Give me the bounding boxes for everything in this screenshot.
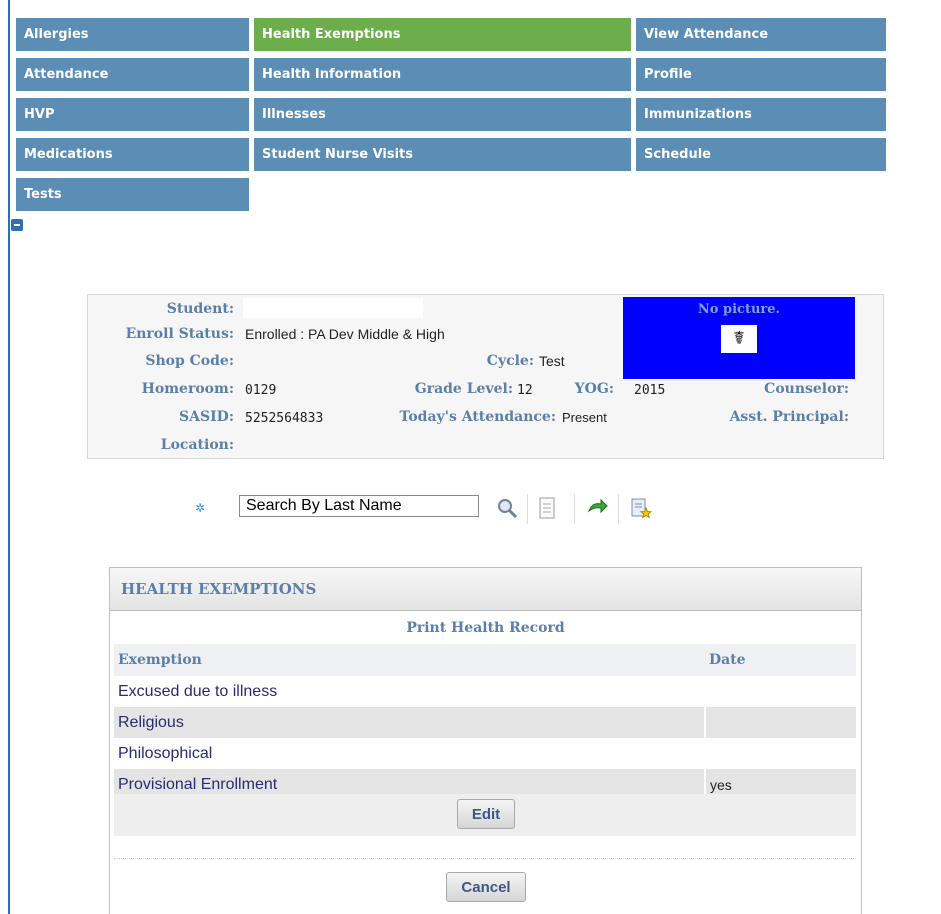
arrow-icon[interactable]: [580, 492, 614, 524]
date-cell: [704, 676, 856, 707]
nav-profile[interactable]: Profile: [636, 58, 886, 91]
exemptions-table: Exemption Date Excused due to illness Re…: [114, 644, 856, 800]
homeroom-label: Homeroom:: [141, 381, 234, 397]
nav-attendance[interactable]: Attendance: [16, 58, 249, 91]
yog-label: YOG:: [574, 381, 614, 397]
student-name-value: [243, 298, 423, 318]
nav-tests[interactable]: Tests: [16, 178, 249, 211]
caduceus-icon: ☤: [721, 325, 757, 353]
search-toolbar: ✲: [190, 492, 680, 528]
homeroom-value: 0129: [245, 383, 277, 398]
left-border: [8, 0, 10, 914]
nav-health-exemptions[interactable]: Health Exemptions: [254, 18, 631, 51]
nav-view-attendance[interactable]: View Attendance: [636, 18, 886, 51]
location-label: Location:: [160, 437, 234, 453]
no-picture-text: No picture.: [697, 302, 781, 317]
health-exemptions-panel: HEALTH EXEMPTIONS Print Health Record Ex…: [109, 567, 862, 914]
shop-code-label: Shop Code:: [145, 353, 234, 369]
table-row: Excused due to illness: [114, 676, 856, 707]
enroll-status-label: Enroll Status:: [125, 326, 234, 342]
cancel-button[interactable]: Cancel: [446, 872, 526, 902]
date-cell: [704, 707, 856, 738]
collapse-icon[interactable]: [11, 219, 23, 231]
divider: [114, 858, 856, 859]
grade-level-label: Grade Level:: [414, 381, 513, 397]
todays-attendance-value: Present: [562, 410, 607, 425]
nav-immunizations[interactable]: Immunizations: [636, 98, 886, 131]
cycle-value: Test: [539, 353, 565, 369]
report-icon[interactable]: [624, 492, 658, 524]
table-row: Philosophical: [114, 738, 856, 769]
print-health-record-link[interactable]: Print Health Record: [110, 620, 861, 636]
nav-hvp[interactable]: HVP: [16, 98, 249, 131]
magnifier-icon[interactable]: [490, 492, 524, 524]
search-input[interactable]: [239, 495, 479, 517]
panel-title: HEALTH EXEMPTIONS: [110, 568, 861, 611]
nav-allergies[interactable]: Allergies: [16, 18, 249, 51]
student-photo: No picture. ☤: [623, 297, 855, 379]
table-row: Religious: [114, 707, 856, 738]
exemption-cell: Philosophical: [118, 744, 213, 762]
nav-illnesses[interactable]: Illnesses: [254, 98, 631, 131]
date-cell: [704, 738, 856, 769]
edit-row: Edit: [114, 794, 856, 836]
nav-medications[interactable]: Medications: [16, 138, 249, 171]
enroll-status-value: Enrolled : PA Dev Middle & High: [245, 326, 445, 342]
sasid-label: SASID:: [179, 409, 234, 425]
exemption-cell: Excused due to illness: [118, 682, 278, 700]
grade-level-value: 12: [517, 383, 533, 398]
table-header-row: Exemption Date: [114, 644, 856, 676]
sasid-value: 5252564833: [245, 411, 324, 426]
nav-health-information[interactable]: Health Information: [254, 58, 631, 91]
student-label: Student:: [166, 301, 234, 317]
gear-icon[interactable]: ✲: [195, 501, 205, 515]
exemption-cell: Religious: [114, 707, 705, 738]
asst-principal-label: Asst. Principal:: [729, 409, 849, 425]
column-header-date: Date: [705, 644, 856, 676]
nav-student-nurse-visits[interactable]: Student Nurse Visits: [254, 138, 631, 171]
counselor-label: Counselor:: [764, 381, 849, 397]
list-icon[interactable]: [530, 492, 564, 524]
edit-button[interactable]: Edit: [457, 799, 515, 829]
student-info-panel: Student: Enroll Status: Enrolled : PA De…: [87, 294, 884, 459]
yog-value: 2015: [634, 383, 666, 398]
cycle-label: Cycle:: [486, 353, 534, 369]
column-header-exemption: Exemption: [114, 644, 705, 676]
nav-schedule[interactable]: Schedule: [636, 138, 886, 171]
todays-attendance-label: Today's Attendance:: [399, 409, 556, 425]
